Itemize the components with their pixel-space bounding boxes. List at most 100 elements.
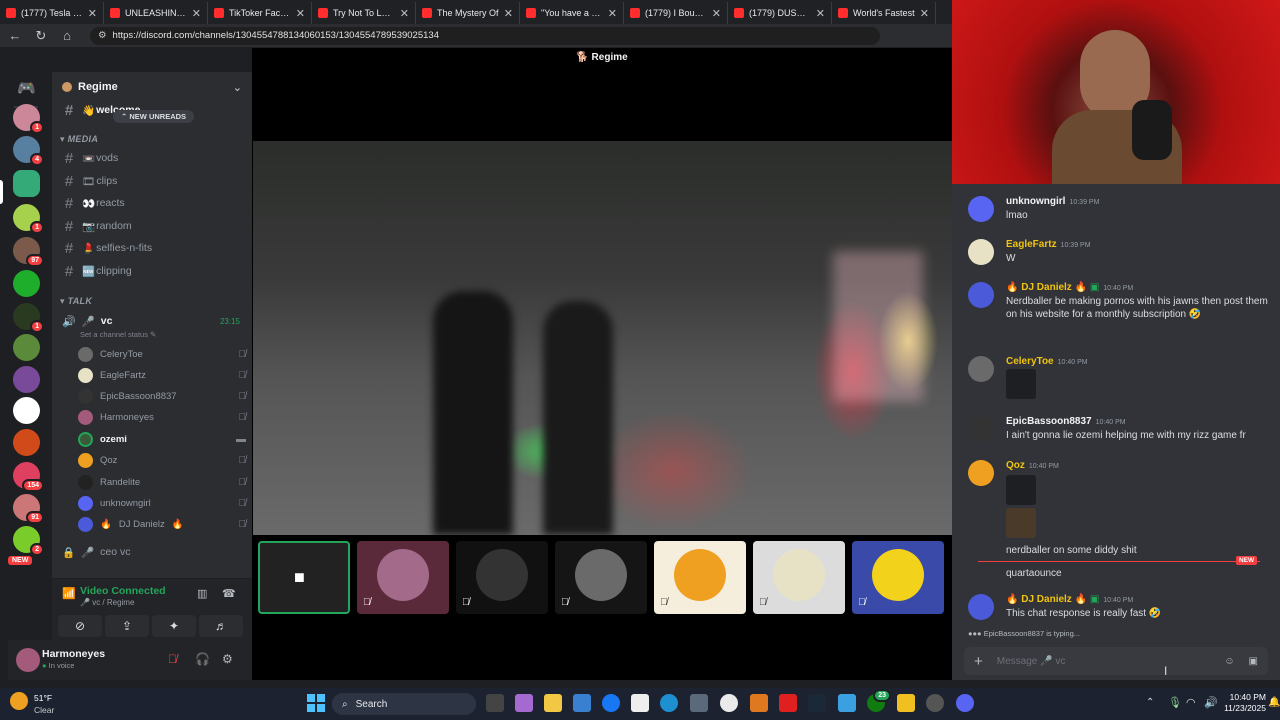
voice-user[interactable]: Qoz 🎙̸	[78, 450, 246, 470]
author-name[interactable]: EagleFartz	[1006, 239, 1057, 250]
add-attachment-icon[interactable]: +	[974, 653, 983, 670]
taskbar-clock[interactable]: 10:40 PM 11/23/2025	[1222, 692, 1266, 714]
video-tile[interactable]: 🎙̸	[852, 541, 944, 614]
facebook-icon[interactable]	[602, 694, 620, 712]
close-tab-icon[interactable]: ✕	[816, 7, 825, 20]
browser-tab[interactable]: "You have a right ✕	[520, 2, 624, 24]
close-tab-icon[interactable]: ✕	[192, 7, 201, 20]
browser-tab[interactable]: (1779) DUST - Yo ✕	[728, 2, 832, 24]
activities-button[interactable]: ✦	[152, 615, 196, 637]
new-unreads-pill[interactable]: ⌃ NEW UNREADS	[113, 110, 195, 123]
browser-tab[interactable]: Try Not To Laugh ✕	[312, 2, 416, 24]
calculator-icon[interactable]	[690, 694, 708, 712]
server-icon[interactable]	[13, 429, 40, 456]
chrome-icon[interactable]	[720, 694, 738, 712]
volume-icon[interactable]: 🔊	[1204, 696, 1218, 709]
server-icon[interactable]	[13, 334, 40, 361]
browser-tab[interactable]: UNLEASHING on ✕	[104, 2, 208, 24]
voice-user[interactable]: Harmoneyes 🎙̸	[78, 407, 246, 427]
obs-icon[interactable]	[926, 694, 944, 712]
browser-tab[interactable]: The Mystery Of ✕	[416, 2, 520, 24]
wifi-icon[interactable]: ◠	[1186, 696, 1196, 709]
video-tile[interactable]: 🎙̸	[753, 541, 845, 614]
guild-header[interactable]: Regime ⌄	[52, 72, 252, 102]
microphone-tray-icon[interactable]: 🎙	[1168, 696, 1182, 709]
back-arrow-icon[interactable]: ←	[8, 28, 22, 43]
muted-mic-icon[interactable]: 🎙̸	[168, 652, 177, 666]
headphones-icon[interactable]: 🎧	[195, 652, 210, 666]
app-icon[interactable]	[838, 694, 856, 712]
browser-tab[interactable]: TikToker Facing ✕	[208, 2, 312, 24]
discord-home-icon[interactable]: 🎮	[13, 74, 40, 101]
edge-icon[interactable]	[660, 694, 678, 712]
channel-clips[interactable]: # 🎞 clips	[58, 171, 246, 191]
voice-user[interactable]: unknowngirl 🎙̸	[78, 493, 246, 513]
close-tab-icon[interactable]: ✕	[920, 7, 929, 20]
server-icon[interactable]: 1	[13, 303, 44, 333]
voice-user[interactable]: ozemi ▬	[78, 429, 246, 449]
tray-chevron-up-icon[interactable]: ⌃	[1146, 697, 1154, 708]
category-talk[interactable]: ▾ TALK	[60, 296, 92, 307]
weather-icon[interactable]	[10, 692, 28, 710]
server-icon[interactable]	[13, 270, 40, 297]
store-icon[interactable]	[573, 694, 591, 712]
browser-tab[interactable]: (1777) Tesla Glue ✕	[0, 2, 104, 24]
author-name[interactable]: unknowngirl	[1006, 196, 1065, 207]
voice-channel-ceo-vc[interactable]: 🔒 🎤 ceo vc	[58, 542, 246, 562]
close-tab-icon[interactable]: ✕	[504, 7, 513, 20]
dog-sticker-icon[interactable]	[1006, 369, 1036, 399]
voice-user[interactable]: CeleryToe 🎙̸	[78, 344, 246, 364]
emoji-picker-icon[interactable]: ☺	[1224, 656, 1234, 667]
close-tab-icon[interactable]: ✕	[88, 7, 97, 20]
channel-selfies-n-fits[interactable]: # 💄 selfies-n-fits	[58, 238, 246, 258]
main-video-feed[interactable]	[253, 141, 952, 535]
server-icon[interactable]: 4	[13, 136, 44, 166]
voice-user[interactable]: 🔥 DJ Danielz 🔥 🎙̸	[78, 514, 246, 534]
channel-vods[interactable]: # 📼 vods	[58, 148, 246, 168]
copilot-icon[interactable]	[515, 694, 533, 712]
user-avatar[interactable]	[16, 648, 40, 672]
author-name[interactable]: EpicBassoon8837	[1006, 416, 1092, 427]
voice-user[interactable]: Randelite 🎙̸	[78, 472, 246, 492]
video-tile[interactable]: 🎙̸	[654, 541, 746, 614]
server-icon[interactable]: 154	[13, 462, 44, 492]
screen-share-button[interactable]: ⇪	[105, 615, 149, 637]
steam-icon[interactable]	[808, 694, 826, 712]
server-icon[interactable]	[13, 366, 40, 393]
video-tile[interactable]: 🎙̸	[555, 541, 647, 614]
channel-clipping[interactable]: # 🆕 clipping	[58, 261, 246, 281]
soundboard-button[interactable]: ♬	[199, 615, 243, 637]
settings-gear-icon[interactable]: ⚙	[222, 652, 233, 666]
disconnect-icon[interactable]: ☎	[222, 587, 236, 600]
image-attachment[interactable]	[1006, 508, 1036, 538]
camera-off-button[interactable]: ⊘	[58, 615, 102, 637]
taskbar-search[interactable]: ⌕ Search	[332, 693, 476, 715]
category-media[interactable]: ▾ MEDIA	[60, 134, 98, 145]
author-name[interactable]: DJ Danielz	[1021, 282, 1072, 293]
browser-tab[interactable]: (1779) I Bought a ✕	[624, 2, 728, 24]
youtube-icon[interactable]	[779, 694, 797, 712]
noise-suppression-icon[interactable]: ▥	[197, 587, 207, 600]
author-name[interactable]: Qoz	[1006, 460, 1025, 471]
notification-bell-icon[interactable]: 🔔	[1268, 697, 1280, 708]
task-view-icon[interactable]	[486, 694, 504, 712]
vlc-icon[interactable]	[750, 694, 768, 712]
server-icon[interactable]: 1	[13, 104, 44, 134]
close-tab-icon[interactable]: ✕	[712, 7, 721, 20]
video-tile[interactable]: 🎙̸	[357, 541, 449, 614]
set-channel-status[interactable]: Set a channel status ✎	[80, 330, 156, 339]
message-composer[interactable]: + Message 🎤 vc ☺ ▣	[964, 647, 1268, 675]
voice-user[interactable]: EagleFartz 🎙̸	[78, 365, 246, 385]
server-icon[interactable]: 1	[13, 204, 44, 234]
amazon-icon[interactable]	[631, 694, 649, 712]
windows-start-icon[interactable]	[307, 694, 325, 712]
address-bar[interactable]: ⚙ https://discord.com/channels/130455478…	[90, 26, 880, 45]
server-icon[interactable]: 97	[13, 237, 44, 267]
channel-reacts[interactable]: # 👀 reacts	[58, 193, 246, 213]
browser-tab[interactable]: World's Fastest ✕	[832, 2, 936, 24]
sticky-notes-icon[interactable]	[897, 694, 915, 712]
author-name[interactable]: CeleryToe	[1006, 356, 1054, 367]
server-icon[interactable]: 91	[13, 494, 44, 524]
home-icon[interactable]: ⌂	[60, 28, 74, 43]
signal-icon[interactable]: 📶	[62, 587, 76, 600]
